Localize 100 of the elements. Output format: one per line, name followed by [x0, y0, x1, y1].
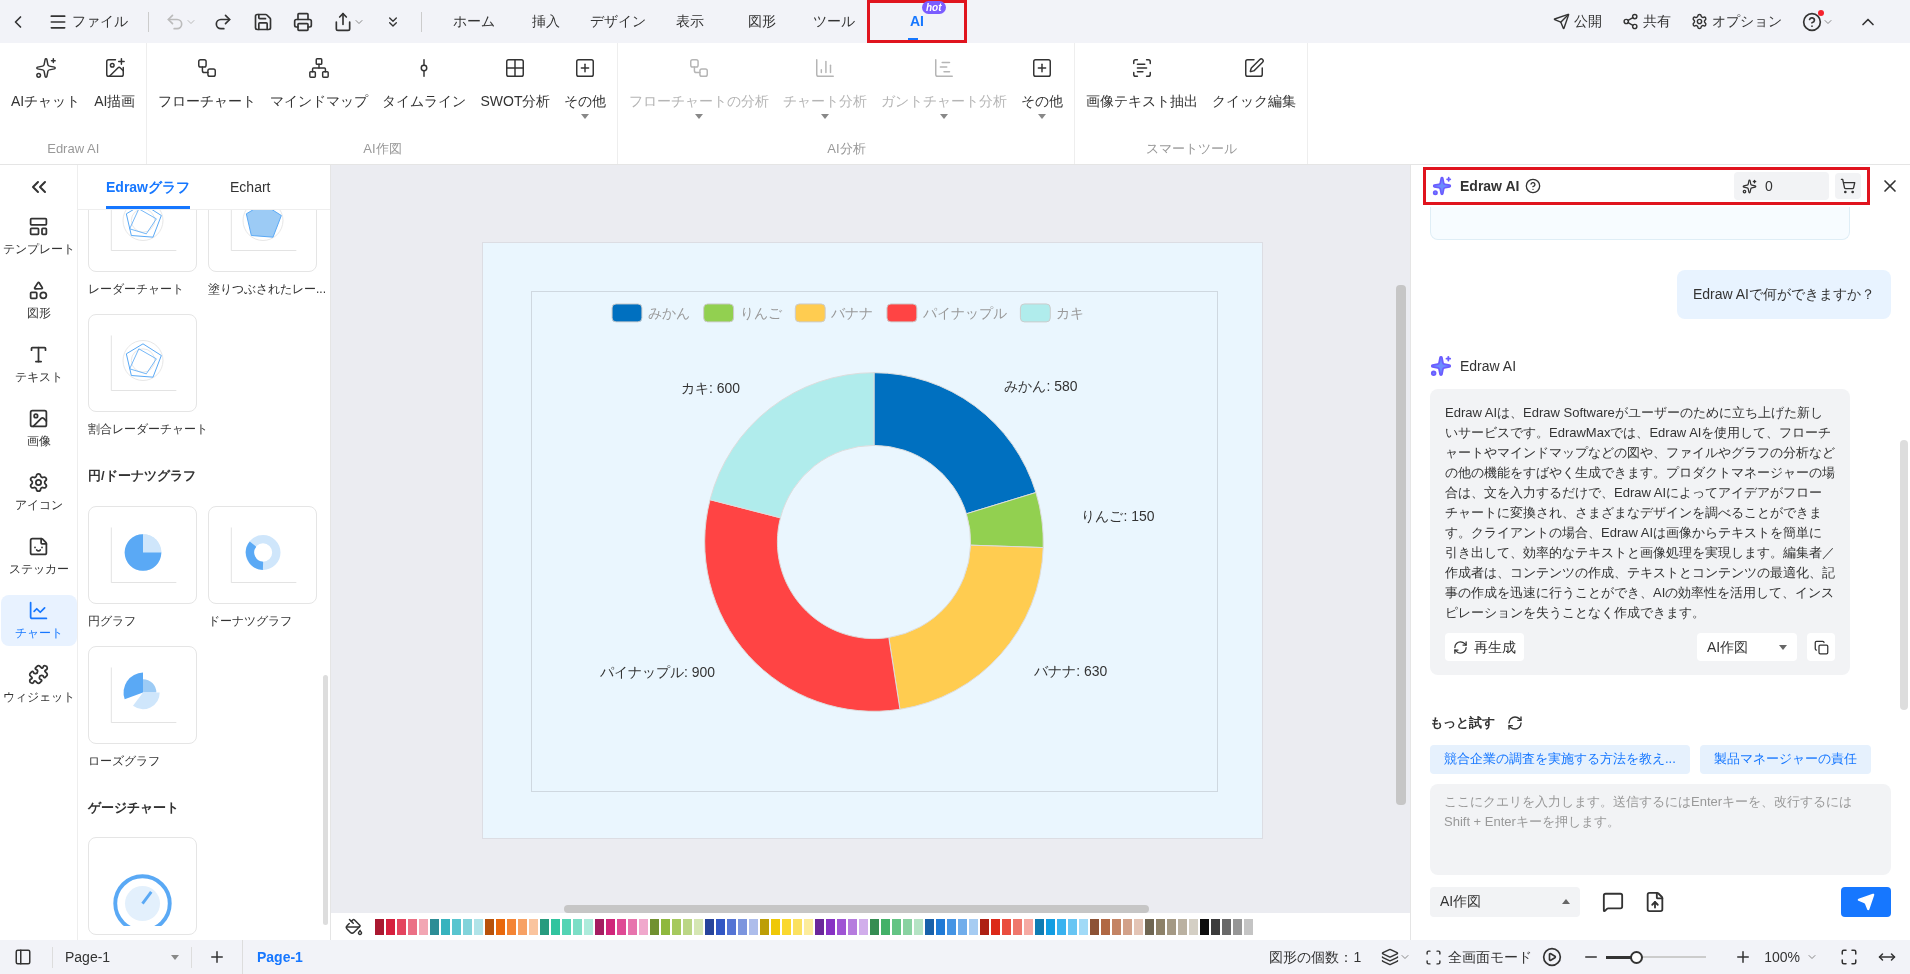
scrollbar-thumb[interactable] [564, 905, 1149, 913]
color-swatch[interactable] [1046, 918, 1055, 935]
color-swatch[interactable] [452, 918, 461, 935]
color-swatch[interactable] [705, 918, 714, 935]
file-upload-icon[interactable] [1644, 890, 1666, 913]
color-swatch[interactable] [1057, 918, 1066, 935]
color-swatch[interactable] [595, 918, 604, 935]
color-swatch[interactable] [1112, 918, 1121, 935]
ribbon-tab[interactable]: ツール [798, 3, 870, 40]
library-tab[interactable]: Edrawグラフ [106, 177, 190, 209]
color-swatch[interactable] [727, 918, 736, 935]
ribbon-tab[interactable]: ホーム [438, 3, 510, 40]
page-panel-icon[interactable] [14, 948, 32, 966]
sidebar-item[interactable]: チャート [0, 595, 77, 646]
color-swatch[interactable] [419, 918, 428, 935]
regenerate-button[interactable]: 再生成 [1445, 633, 1524, 661]
color-swatch[interactable] [969, 918, 978, 935]
color-swatch[interactable] [793, 918, 802, 935]
color-swatch[interactable] [562, 918, 571, 935]
ribbon-button[interactable]: AIチャット [4, 51, 88, 139]
refresh-icon[interactable] [1507, 714, 1523, 731]
color-swatch[interactable] [738, 918, 747, 935]
color-swatch[interactable] [1156, 918, 1165, 935]
color-swatch[interactable] [892, 918, 901, 935]
color-swatch[interactable] [1035, 918, 1044, 935]
color-swatch[interactable] [815, 918, 824, 935]
ribbon-button[interactable]: その他 [557, 51, 614, 139]
ribbon-tab[interactable]: 表示 [654, 3, 726, 40]
color-swatch[interactable] [661, 918, 670, 935]
sidebar-item[interactable]: ステッカー [0, 531, 77, 582]
color-swatch[interactable] [1222, 918, 1231, 935]
chart-card[interactable] [208, 505, 317, 604]
color-swatch[interactable] [958, 918, 967, 935]
color-swatch[interactable] [694, 918, 703, 935]
color-swatch[interactable] [980, 918, 989, 935]
play-icon[interactable] [1542, 947, 1563, 967]
scrollbar-thumb[interactable] [1396, 285, 1406, 805]
zoom-slider[interactable] [1606, 950, 1707, 964]
suggestion-chip[interactable]: 競合企業の調査を実施する方法を教え... [1430, 744, 1690, 774]
color-swatch[interactable] [430, 918, 439, 935]
ribbon-button[interactable]: マインドマップ [263, 51, 376, 139]
color-swatch[interactable] [1178, 918, 1187, 935]
ribbon-tab[interactable]: 挿入 [510, 3, 582, 40]
color-swatch[interactable] [1024, 918, 1033, 935]
fit-page-icon[interactable] [1840, 948, 1858, 966]
page-select[interactable]: Page-1 [52, 946, 192, 968]
scrollbar-thumb[interactable] [1900, 440, 1908, 710]
color-swatch[interactable] [991, 918, 1000, 935]
color-swatch[interactable] [606, 918, 615, 935]
toolbar-action[interactable]: 公開 [1553, 11, 1602, 32]
toolbar-action[interactable]: オプション [1691, 11, 1782, 32]
copy-button[interactable] [1807, 633, 1835, 661]
color-swatch[interactable] [947, 918, 956, 935]
color-swatch[interactable] [1101, 918, 1110, 935]
sidebar-item[interactable]: 画像 [0, 403, 77, 454]
color-swatch[interactable] [551, 918, 560, 935]
add-page-icon[interactable] [208, 948, 226, 966]
color-swatch[interactable] [859, 918, 868, 935]
mode-select[interactable]: AI作図 [1430, 886, 1580, 917]
color-swatch[interactable] [936, 918, 945, 935]
color-swatch[interactable] [1068, 918, 1077, 935]
help-icon[interactable] [1525, 178, 1542, 194]
page-tab[interactable]: Page-1 [242, 940, 317, 974]
chart-card[interactable] [88, 505, 197, 604]
suggestion-chip[interactable]: 製品マネージャーの責任 [1699, 744, 1871, 774]
color-swatch[interactable] [1167, 918, 1176, 935]
chat-toggle-icon[interactable] [1602, 890, 1624, 913]
color-swatch[interactable] [441, 918, 450, 935]
sidebar-item[interactable]: ウィジェット [0, 659, 77, 710]
cart-button[interactable] [1835, 173, 1861, 199]
query-input[interactable]: ここにクエリを入力します。送信するにはEnterキーを、改行するにはShift + Enterキーを押します。 [1430, 783, 1891, 875]
color-swatch[interactable] [507, 918, 516, 935]
ribbon-button[interactable]: フローチャート [151, 51, 264, 139]
color-swatch[interactable] [540, 918, 549, 935]
color-swatch[interactable] [1211, 918, 1220, 935]
color-swatch[interactable] [1134, 918, 1143, 935]
color-swatch[interactable] [474, 918, 483, 935]
color-swatch[interactable] [584, 918, 593, 935]
color-swatch[interactable] [628, 918, 637, 935]
color-swatch[interactable] [1244, 918, 1253, 935]
color-swatch[interactable] [870, 918, 879, 935]
color-swatch[interactable] [914, 918, 923, 935]
print-icon[interactable] [293, 11, 313, 32]
color-swatch[interactable] [639, 918, 648, 935]
color-swatch[interactable] [672, 918, 681, 935]
color-swatch[interactable] [782, 918, 791, 935]
color-swatch[interactable] [1013, 918, 1022, 935]
sidebar-item[interactable]: テンプレート [0, 211, 77, 262]
color-swatch[interactable] [1145, 918, 1154, 935]
export-button[interactable] [333, 11, 365, 32]
fill-color-icon[interactable] [345, 917, 363, 936]
color-swatch[interactable] [397, 918, 406, 935]
ribbon-tab[interactable]: デザイン [582, 3, 654, 40]
ribbon-button[interactable]: 画像テキスト抽出 [1079, 51, 1206, 139]
ribbon-button[interactable]: クイック編集 [1205, 51, 1304, 139]
ribbon-button[interactable]: AI描画 [87, 51, 143, 139]
sidebar-item[interactable]: アイコン [0, 467, 77, 518]
color-swatch[interactable] [716, 918, 725, 935]
color-swatch[interactable] [1123, 918, 1132, 935]
chart-card[interactable] [88, 645, 197, 744]
